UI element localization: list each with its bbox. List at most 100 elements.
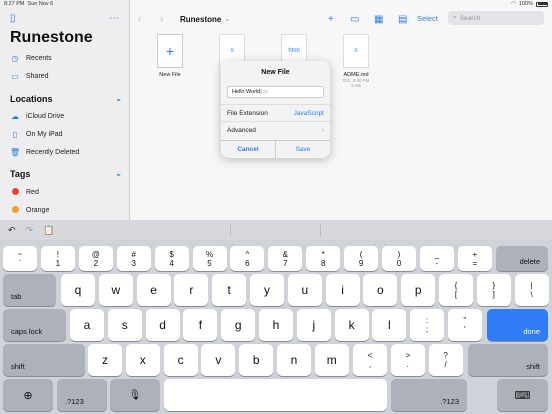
file-item[interactable]: ≡ ADME.md 022, 5:40 PM 3 KB — [336, 34, 376, 88]
paste-icon[interactable]: 📋 — [43, 225, 54, 236]
key-][interactable]: }] — [476, 274, 511, 306]
new-folder-icon[interactable]: ▭ — [350, 14, 359, 25]
key-`[interactable]: ~ ` — [3, 246, 37, 271]
key-d[interactable]: d — [145, 309, 180, 341]
grid-view-icon[interactable]: ▦ — [374, 14, 383, 25]
numbers-key-left[interactable]: .?123 — [57, 379, 107, 411]
redo-icon[interactable]: ↷ — [26, 225, 34, 236]
globe-key[interactable]: ⊕ — [3, 379, 53, 411]
undo-icon[interactable]: ↶ — [8, 225, 16, 236]
key-w[interactable]: w — [98, 274, 133, 306]
more-options-icon[interactable]: ⋯ — [109, 13, 119, 24]
new-file-icon[interactable]: + — [328, 14, 334, 25]
key-c[interactable]: c — [163, 344, 198, 376]
numbers-key-right[interactable]: .?123 — [391, 379, 467, 411]
key-f[interactable]: f — [183, 309, 218, 341]
key-o[interactable]: o — [363, 274, 398, 306]
caps-lock-key[interactable]: caps lock — [3, 309, 66, 341]
key-9[interactable]: (9 — [344, 246, 379, 271]
sidebar-toggle-icon[interactable]: ▯ — [10, 13, 16, 24]
tab-key[interactable]: tab — [3, 274, 56, 306]
search-input[interactable]: ⌕ Search — [448, 11, 544, 25]
key-.[interactable]: >. — [390, 344, 425, 376]
key-.-shift-label: > — [405, 351, 411, 360]
key-1[interactable]: ! 1 — [40, 246, 75, 271]
key-m[interactable]: m — [314, 344, 349, 376]
sort-icon[interactable]: ▤ — [398, 14, 407, 25]
key-/[interactable]: ? / — [428, 344, 463, 376]
key-h[interactable]: h — [259, 309, 293, 341]
sidebar-item-tag-red[interactable]: Red — [10, 184, 122, 200]
key-n[interactable]: n — [277, 344, 311, 376]
key-k[interactable]: k — [334, 309, 369, 341]
key-j[interactable]: j — [296, 309, 331, 341]
key-v[interactable]: v — [201, 344, 236, 376]
key-6[interactable]: ^ 6 — [230, 246, 265, 271]
key-5[interactable]: % 5 — [192, 246, 227, 271]
back-icon[interactable]: ‹ — [138, 14, 152, 25]
file-browser-toolbar: ‹ › Runestone ⌄ + ▭ ▦ ▤ Select ⌕ Search — [130, 10, 552, 28]
key-l[interactable]: l — [372, 309, 407, 341]
done-key[interactable]: done — [487, 309, 548, 341]
key-e[interactable]: e — [136, 274, 171, 306]
key-3[interactable]: #3 — [116, 246, 151, 271]
delete-key[interactable]: delete — [496, 246, 548, 271]
key-]-label: ] — [492, 290, 495, 299]
sidebar-item-on-my-ipad[interactable]: ▯ On My iPad — [10, 126, 122, 142]
tags-header[interactable]: Tags ⌄ — [10, 169, 122, 179]
key-[[interactable]: {[ — [439, 274, 473, 306]
select-button[interactable]: Select — [417, 14, 438, 23]
key-y[interactable]: y — [250, 274, 284, 306]
sidebar-item-recently-deleted[interactable]: 🗑 Recently Deleted — [10, 144, 122, 160]
key-;-label: ; — [425, 325, 429, 334]
dialog-title: New File — [261, 69, 290, 76]
key-2[interactable]: @2 — [78, 246, 113, 271]
dialog-buttons: Cancel Save — [221, 140, 330, 158]
locations-header[interactable]: Locations ⌄ — [10, 94, 122, 104]
key-r[interactable]: r — [174, 274, 209, 306]
key-a[interactable]: a — [70, 309, 104, 341]
key-'[interactable]: " ' — [447, 309, 482, 341]
key-2-shift-label: @ — [91, 249, 100, 259]
key-=[interactable]: + = — [457, 246, 492, 271]
key-g[interactable]: g — [221, 309, 256, 341]
sidebar-item-tag-orange[interactable]: Orange — [10, 202, 122, 218]
key-0[interactable]: ) 0 — [382, 246, 416, 271]
key-7[interactable]: & 7 — [268, 246, 303, 271]
space-key[interactable] — [164, 379, 387, 411]
key-q[interactable]: q — [61, 274, 95, 306]
key-1-shift-label: ! — [56, 249, 59, 259]
new-file-item[interactable]: + New File — [150, 34, 190, 88]
shift-left-key[interactable]: shift — [3, 344, 85, 376]
key-4[interactable]: $4 — [154, 246, 189, 271]
key-b[interactable]: b — [239, 344, 274, 376]
sidebar-item-recents[interactable]: ◷ Recents — [10, 50, 122, 66]
key-i[interactable]: i — [325, 274, 360, 306]
key-t[interactable]: t — [212, 274, 247, 306]
folder-title[interactable]: Runestone — [180, 15, 221, 24]
key-u[interactable]: u — [287, 274, 322, 306]
save-button[interactable]: Save — [276, 141, 330, 158]
sidebar-item-icloud-drive[interactable]: ☁ iCloud Drive — [10, 108, 122, 124]
sidebar: ▯ ⋯ Runestone ◷ Recents ▭ Shared Locatio… — [0, 0, 130, 220]
key-;[interactable]: :; — [410, 309, 444, 341]
cancel-button[interactable]: Cancel — [221, 141, 276, 158]
key-z[interactable]: z — [88, 344, 122, 376]
key-\[interactable]: | \ — [514, 274, 549, 306]
advanced-row[interactable]: Advanced › — [221, 121, 330, 138]
hide-keyboard-key[interactable]: ⌨ — [497, 379, 548, 411]
key-,[interactable]: <, — [353, 344, 387, 376]
dictation-key[interactable]: 🎙 — [110, 379, 160, 411]
filename-input[interactable]: Hello World | .js — [227, 86, 324, 98]
key-8[interactable]: * 8 — [306, 246, 341, 271]
forward-icon[interactable]: › — [160, 14, 174, 25]
folder-menu-chevron-icon[interactable]: ⌄ — [224, 15, 230, 23]
key-p[interactable]: p — [401, 274, 436, 306]
status-time: 8:27 PM Sun Nov 6 — [4, 1, 54, 7]
shift-right-key[interactable]: shift — [468, 344, 548, 376]
key-s[interactable]: s — [107, 309, 142, 341]
sidebar-item-shared[interactable]: ▭ Shared — [10, 68, 122, 84]
file-extension-row[interactable]: File Extension JavaScript — [221, 104, 330, 121]
key--[interactable]: _ - — [419, 246, 454, 271]
key-x[interactable]: x — [125, 344, 160, 376]
